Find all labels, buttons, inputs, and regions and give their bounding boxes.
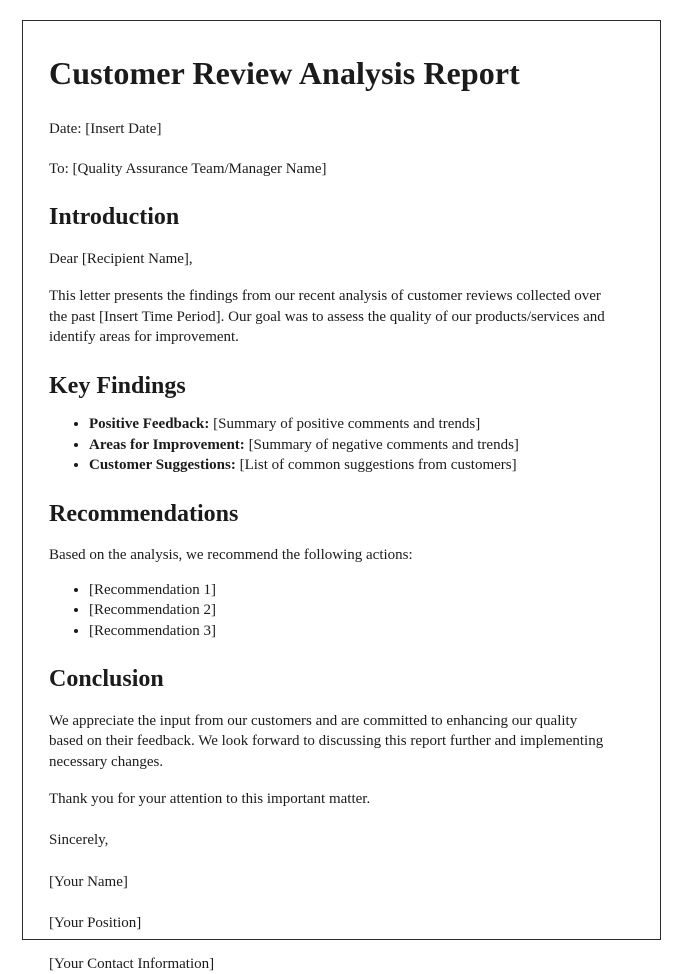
closing-thanks-paragraph: Thank you for your attention to this imp…: [49, 790, 371, 807]
list-item-lead: Areas for Improvement:: [89, 436, 245, 453]
list-item: [Recommendation 3]: [89, 621, 613, 641]
key-findings-list: Positive Feedback: [Summary of positive …: [49, 414, 613, 475]
introduction-paragraph: This letter presents the findings from o…: [49, 288, 605, 346]
list-item: Areas for Improvement: [Summary of negat…: [89, 435, 613, 455]
meta-date: Date: [Insert Date]: [49, 120, 162, 137]
signature-contact: [Your Contact Information]: [49, 956, 215, 973]
list-item-text: [Recommendation 3]: [89, 622, 217, 639]
section-heading-introduction: Introduction: [49, 204, 180, 231]
list-item-lead: Positive Feedback:: [89, 416, 210, 433]
section-heading-recommendations: Recommendations: [49, 500, 239, 527]
list-item-lead: Customer Suggestions:: [89, 457, 236, 474]
signature-name: [Your Name]: [49, 873, 128, 890]
list-item-text: [List of common suggestions from custome…: [235, 457, 517, 474]
list-item: Customer Suggestions: [List of common su…: [89, 455, 613, 475]
recommendations-paragraph: Based on the analysis, we recommend the …: [49, 547, 413, 564]
list-item: [Recommendation 1]: [89, 580, 613, 600]
conclusion-paragraph: We appreciate the input from our custome…: [49, 712, 604, 770]
document-page: Customer Review Analysis Report Date: [I…: [22, 20, 661, 972]
list-item-text: [Recommendation 2]: [89, 602, 217, 619]
list-item-text: [Summary of positive comments and trends…: [209, 416, 481, 433]
meta-recipient: To: [Quality Assurance Team/Manager Name…: [49, 161, 327, 177]
section-heading-conclusion: Conclusion: [49, 665, 164, 692]
list-item: Positive Feedback: [Summary of positive …: [89, 414, 613, 434]
section-heading-key-findings: Key Findings: [49, 372, 186, 399]
salutation: Dear [Recipient Name],: [49, 251, 193, 268]
recommendations-list: [Recommendation 1] [Recommendation 2] [R…: [49, 580, 613, 641]
list-item-text: [Recommendation 1]: [89, 581, 217, 598]
page-title: Customer Review Analysis Report: [49, 55, 520, 91]
signature-closing: Sincerely,: [49, 832, 109, 849]
signature-position: [Your Position]: [49, 914, 142, 931]
list-item-text: [Summary of negative comments and trends…: [244, 436, 519, 453]
document-content: Customer Review Analysis Report Date: [I…: [49, 41, 613, 974]
list-item: [Recommendation 2]: [89, 600, 613, 620]
